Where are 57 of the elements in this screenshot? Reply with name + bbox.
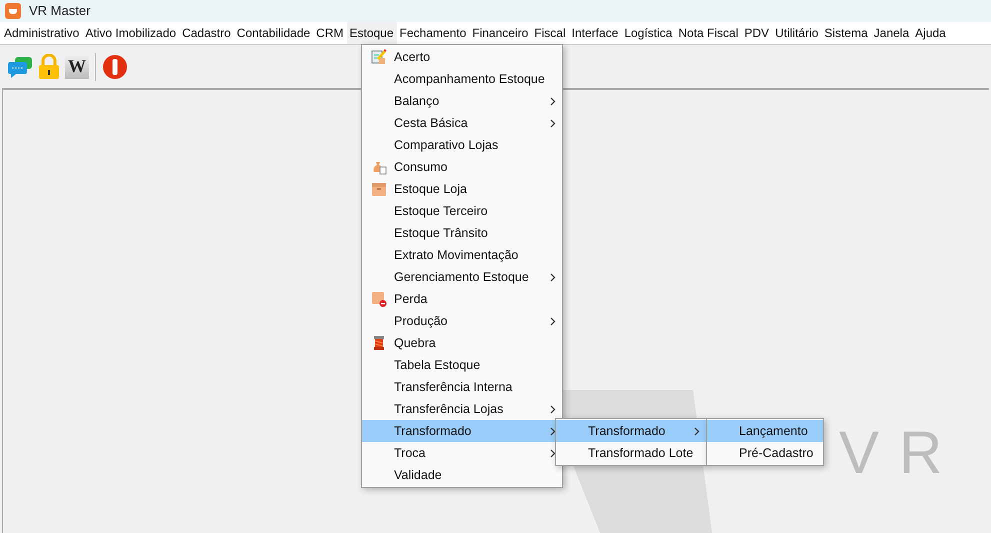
menu-bar-item[interactable]: Logística: [621, 22, 676, 44]
stop-icon[interactable]: [102, 54, 128, 80]
menu-bar-item[interactable]: Janela: [870, 22, 912, 44]
menu-item[interactable]: Quebra: [362, 332, 562, 354]
menu-bar-item[interactable]: Ajuda: [912, 22, 949, 44]
chevron-right-icon: [694, 426, 700, 436]
menu-item[interactable]: Produção: [362, 310, 562, 332]
menu-bar-item[interactable]: Cadastro: [179, 22, 234, 44]
menu-bar-item[interactable]: Estoque: [346, 22, 397, 44]
menu-bar-item[interactable]: Utilitário: [772, 22, 822, 44]
menu-bar-item[interactable]: Interface: [568, 22, 622, 44]
lock-icon[interactable]: [37, 54, 61, 80]
menu-item[interactable]: Transformado: [556, 420, 706, 442]
chevron-right-icon: [550, 448, 556, 458]
menu-item[interactable]: Estoque Terceiro: [362, 200, 562, 222]
menu-item[interactable]: Pré-Cadastro: [707, 442, 823, 464]
chevron-right-icon: [550, 404, 556, 414]
menu-item[interactable]: Consumo: [362, 156, 562, 178]
menu-bar-item[interactable]: Contabilidade: [234, 22, 314, 44]
menu-item[interactable]: Lançamento: [707, 420, 823, 442]
menu-item[interactable]: Estoque Loja: [362, 178, 562, 200]
menu-item[interactable]: Comparativo Lojas: [362, 134, 562, 156]
chevron-right-icon: [550, 96, 556, 106]
menu-item[interactable]: Balanço: [362, 90, 562, 112]
menu-bar-item[interactable]: Sistema: [821, 22, 871, 44]
menu-item[interactable]: Transformado Lote: [556, 442, 706, 464]
chevron-right-icon: [550, 426, 556, 436]
box-icon: [371, 181, 387, 197]
menu-item[interactable]: Validade: [362, 464, 562, 486]
menu-bar-item[interactable]: Fechamento: [396, 22, 470, 44]
menu-item[interactable]: Estoque Trânsito: [362, 222, 562, 244]
chevron-right-icon: [550, 118, 556, 128]
menu-bar-item[interactable]: CRM: [313, 22, 346, 44]
menu-item[interactable]: Transferência Interna: [362, 376, 562, 398]
menu-item[interactable]: Cesta Básica: [362, 112, 562, 134]
app-icon: [5, 3, 21, 19]
menu-item[interactable]: Transferência Lojas: [362, 398, 562, 420]
menu-item[interactable]: Perda: [362, 288, 562, 310]
menu-bar-item[interactable]: PDV: [741, 22, 772, 44]
menu-item[interactable]: Tabela Estoque: [362, 354, 562, 376]
menu-item[interactable]: Extrato Movimentação: [362, 244, 562, 266]
menu-bar-item[interactable]: Ativo Imobilizado: [82, 22, 180, 44]
menu-bar-item[interactable]: Administrativo: [1, 22, 82, 44]
spool-icon: [371, 335, 387, 351]
menu-bar-item[interactable]: Nota Fiscal: [675, 22, 742, 44]
box-remove-icon: [371, 291, 387, 307]
menu-item[interactable]: Acerto: [362, 46, 562, 68]
money-bag-icon: [371, 159, 387, 175]
pencil-document-icon: [371, 49, 387, 65]
menu-bar-item[interactable]: Financeiro: [469, 22, 532, 44]
menu-bar-item[interactable]: Fiscal: [531, 22, 569, 44]
w-button[interactable]: W: [65, 54, 89, 78]
chevron-right-icon: [550, 272, 556, 282]
chevron-right-icon: [550, 316, 556, 326]
menu-item[interactable]: Acompanhamento Estoque: [362, 68, 562, 90]
window-title: VR Master: [29, 2, 90, 20]
menu-item[interactable]: Gerenciamento Estoque: [362, 266, 562, 288]
